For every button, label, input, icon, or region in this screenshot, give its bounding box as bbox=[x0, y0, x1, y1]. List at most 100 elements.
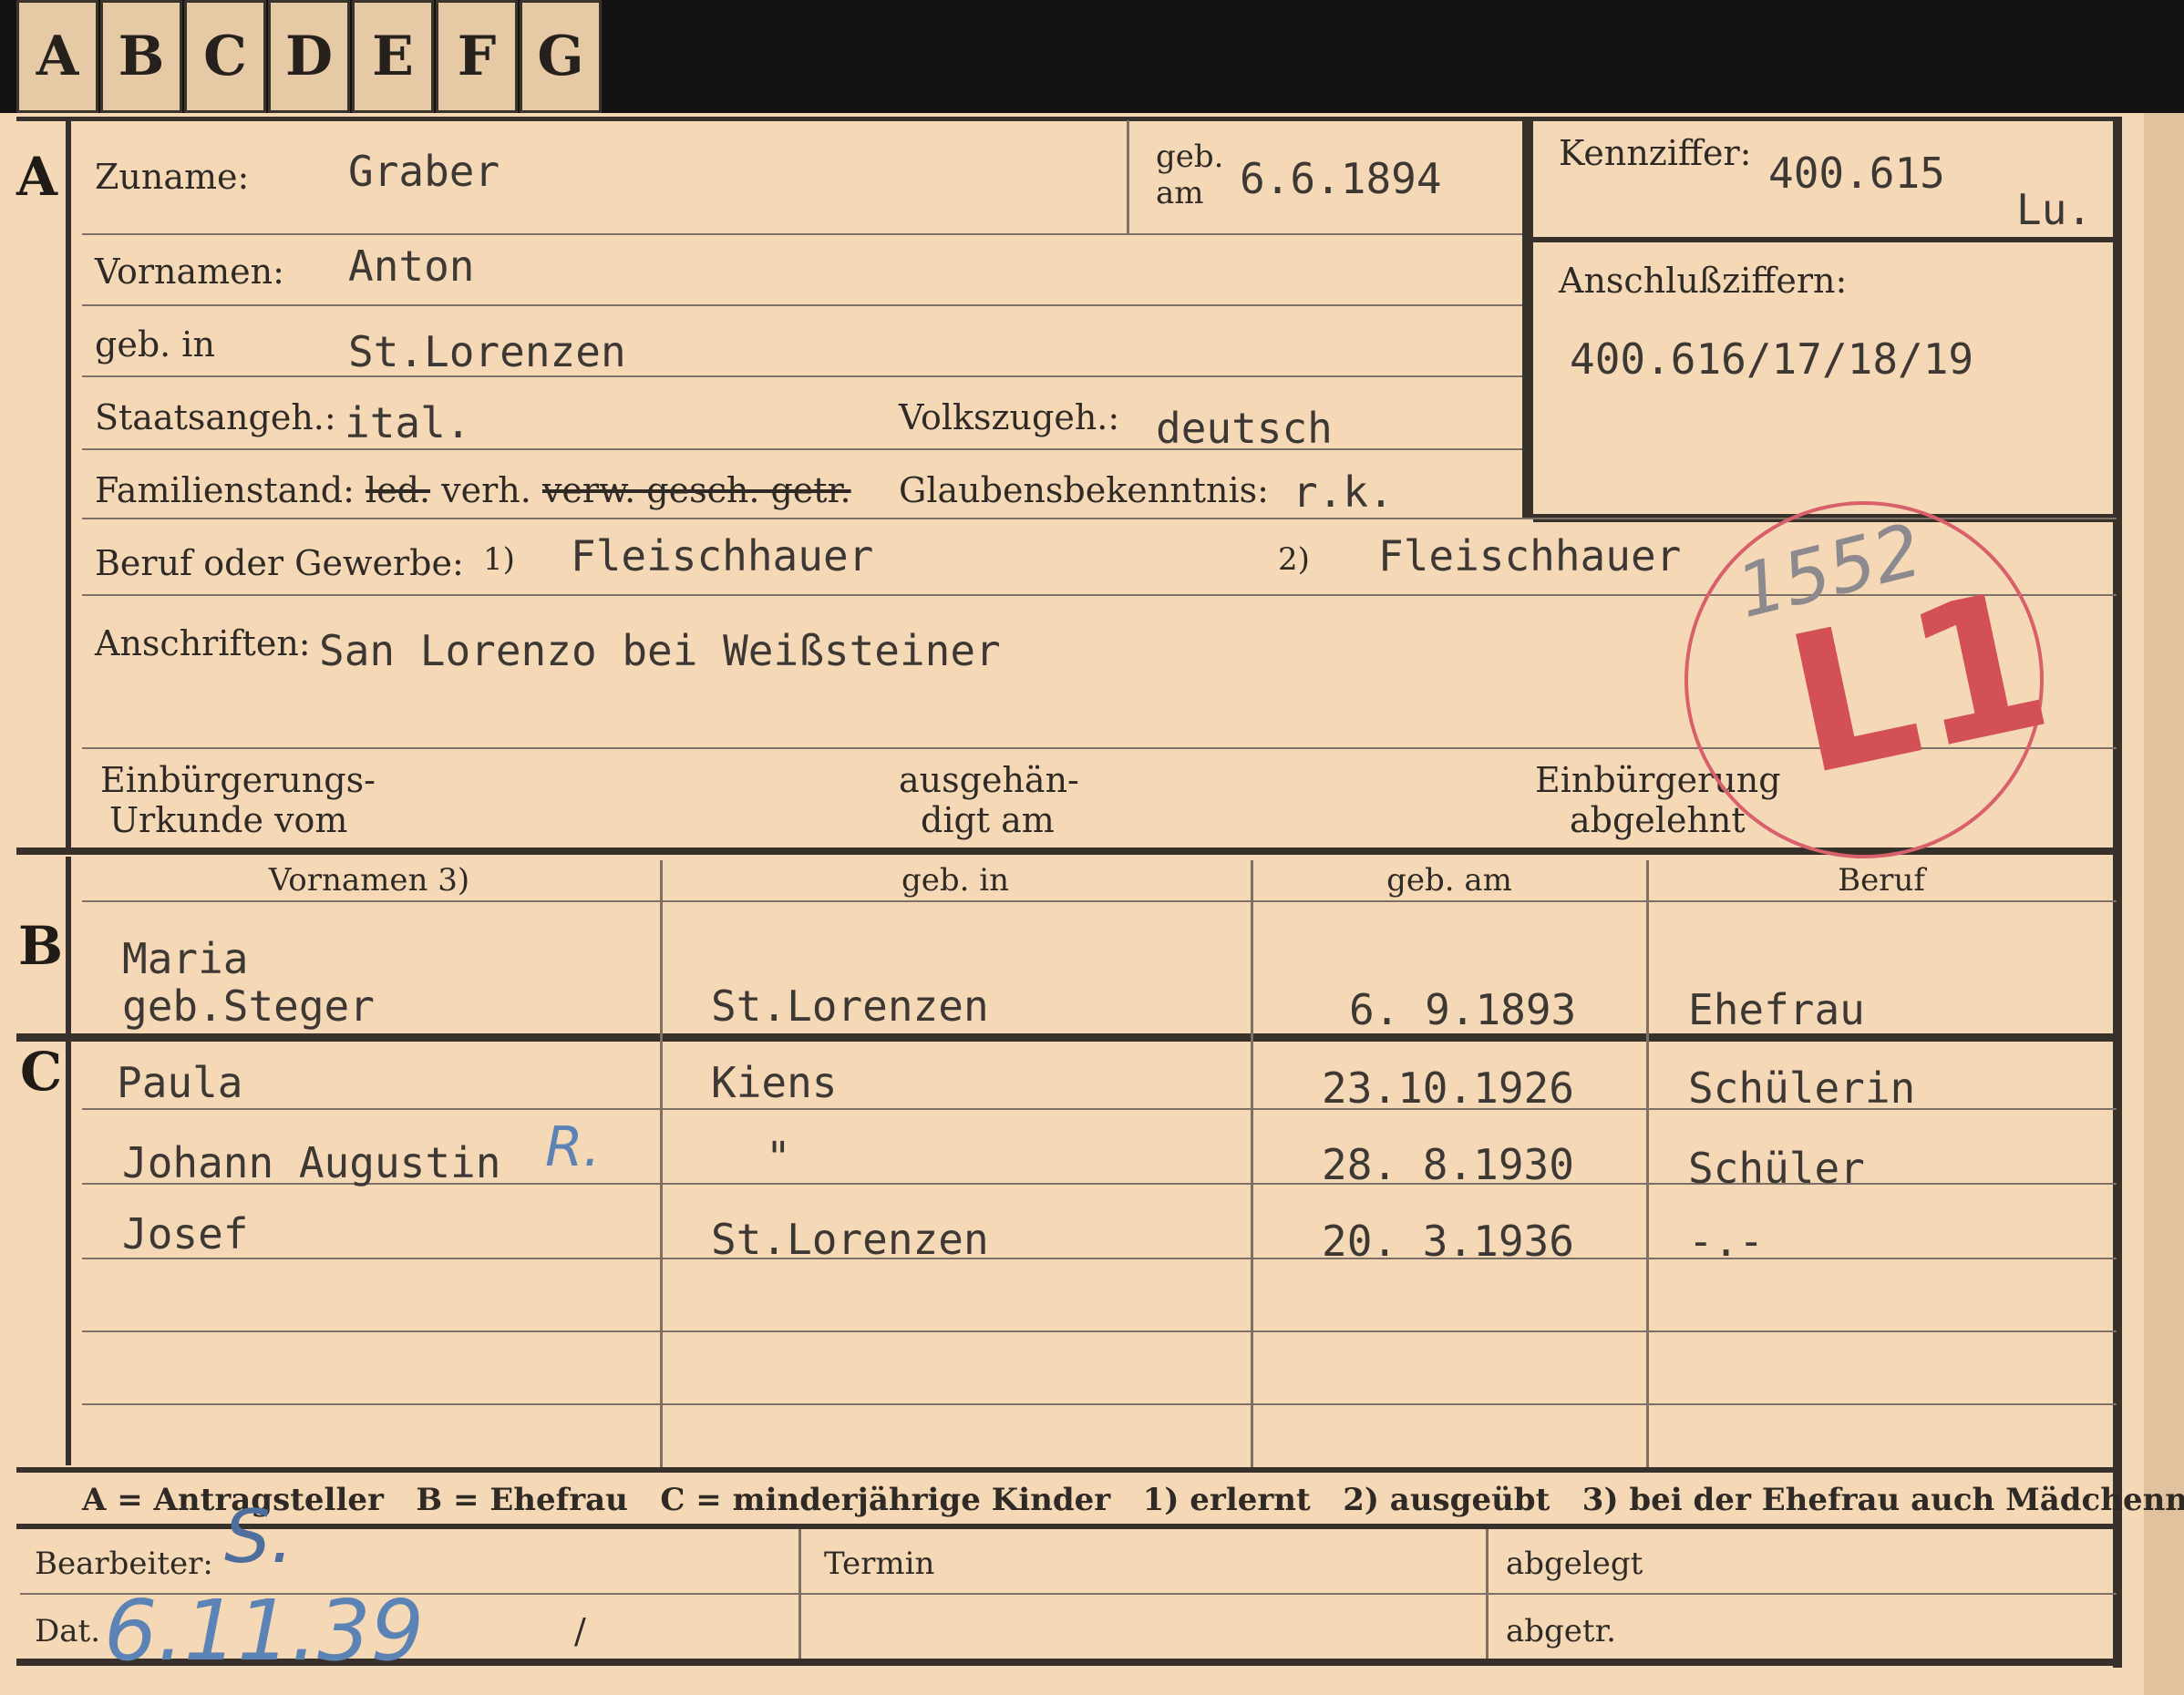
footer-divider-1 bbox=[798, 1529, 801, 1662]
clerk-label: Bearbeiter: bbox=[35, 1546, 213, 1582]
tab-e[interactable]: E bbox=[352, 0, 434, 113]
legend-bottom bbox=[16, 1524, 2122, 1529]
tab-d[interactable]: D bbox=[268, 0, 350, 113]
occupation-learned: Fleischhauer bbox=[571, 531, 874, 580]
child-1-occupation: Schülerin bbox=[1688, 1063, 1916, 1113]
tab-b[interactable]: B bbox=[100, 0, 182, 113]
dob-label-bottom: am bbox=[1156, 175, 1204, 211]
section-c-letter: C bbox=[20, 1041, 63, 1103]
rejected-label-2: abgelehnt bbox=[1570, 800, 1746, 840]
citizenship-label: Staatsangeh.: bbox=[95, 397, 336, 437]
reference-box-divider bbox=[1533, 237, 2117, 242]
marital-selected: verh. bbox=[441, 470, 531, 510]
child-3-given: Josef bbox=[122, 1209, 249, 1258]
address-value: San Lorenzo bei Weißsteiner bbox=[319, 626, 1001, 675]
legend: A = Antragsteller B = Ehefrau C = minder… bbox=[82, 1482, 2184, 1518]
marital-struck-single: led. bbox=[366, 470, 431, 510]
col-header-birthplace: geb. in bbox=[901, 862, 1010, 899]
reference-suffix: Lu. bbox=[2016, 185, 2093, 234]
col-header-occupation: Beruf bbox=[1838, 862, 1925, 899]
col-divider-2 bbox=[1251, 860, 1253, 1467]
stamp-text: L1 bbox=[1770, 547, 2067, 819]
surname-value: Graber bbox=[348, 147, 500, 196]
child-1-birthplace: Kiens bbox=[711, 1058, 838, 1107]
child-3-occupation: -.- bbox=[1688, 1217, 1765, 1266]
occupation-mark-2: 2) bbox=[1278, 541, 1310, 578]
spouse-given: Maria bbox=[122, 934, 249, 983]
date-value: 6.11.39 bbox=[104, 1582, 425, 1680]
child-2-birthplace: " bbox=[766, 1133, 791, 1182]
occupation-practiced: Fleischhauer bbox=[1378, 531, 1682, 580]
issued-label-1: ausgehän- bbox=[899, 760, 1079, 800]
natcert-label-2: Urkunde vom bbox=[109, 800, 348, 840]
child-rule-5 bbox=[82, 1403, 2117, 1405]
rule-1 bbox=[82, 233, 1522, 235]
col-header-given: Vornamen 3) bbox=[268, 862, 470, 899]
section-a-letter: A bbox=[16, 146, 58, 208]
marital-struck-others: verw. gesch. getr. bbox=[541, 470, 851, 510]
right-rule bbox=[2113, 118, 2122, 1668]
spouse-occupation: Ehefrau bbox=[1688, 985, 1865, 1034]
tab-c[interactable]: C bbox=[184, 0, 266, 113]
top-border bbox=[16, 117, 2122, 121]
date-slash: / bbox=[574, 1611, 586, 1651]
spouse-birthplace: St.Lorenzen bbox=[711, 981, 989, 1031]
child-rule-4 bbox=[82, 1330, 2117, 1332]
tab-g[interactable]: G bbox=[520, 0, 602, 113]
child-3-dob: 20. 3.1936 bbox=[1322, 1217, 1574, 1266]
term-label: Termin bbox=[824, 1546, 935, 1582]
tab-f[interactable]: F bbox=[436, 0, 518, 113]
rule-3 bbox=[82, 375, 1522, 377]
filed-label: abgelegt bbox=[1506, 1546, 1643, 1582]
linked-ids-value: 400.616/17/18/19 bbox=[1570, 334, 1974, 384]
religion-label: Glaubensbekenntnis: bbox=[899, 470, 1269, 510]
linked-ids-label: Anschlußziffern: bbox=[1559, 261, 1848, 301]
spouse-maiden-name: geb.Steger bbox=[122, 981, 375, 1031]
marital-status: Familienstand: led. verh. verw. gesch. g… bbox=[95, 470, 851, 510]
spouse-dob: 6. 9.1893 bbox=[1349, 985, 1577, 1034]
marital-label: Familienstand: bbox=[95, 470, 355, 510]
child-2-occupation: Schüler bbox=[1688, 1144, 1865, 1193]
clerk-initial: S. bbox=[224, 1495, 294, 1579]
issued-label-2: digt am bbox=[921, 800, 1055, 840]
natcert-label-1: Einbürgerungs- bbox=[100, 760, 376, 800]
date-label: Dat. bbox=[35, 1613, 101, 1649]
legend-top bbox=[16, 1467, 2122, 1473]
register-tabs: A B C D E F G bbox=[16, 0, 603, 113]
section-b-letter: B bbox=[18, 915, 64, 977]
removed-label: abgetr. bbox=[1506, 1613, 1616, 1649]
ethnicity-value: deutsch bbox=[1156, 404, 1333, 453]
dob-divider bbox=[1127, 120, 1129, 235]
card-edge bbox=[2144, 113, 2184, 1695]
religion-value: r.k. bbox=[1293, 467, 1394, 517]
left-rule-bc bbox=[66, 857, 71, 1465]
col-header-dob: geb. am bbox=[1386, 862, 1512, 899]
surname-label: Zuname: bbox=[95, 157, 250, 197]
child-2-dob: 28. 8.1930 bbox=[1322, 1140, 1574, 1189]
dob-value: 6.6.1894 bbox=[1240, 154, 1442, 203]
child-2-given: Johann Augustin bbox=[122, 1138, 501, 1187]
footer-divider-2 bbox=[1486, 1529, 1489, 1662]
ethnicity-label: Volkszugeh.: bbox=[899, 397, 1120, 437]
child-2-note: R. bbox=[545, 1115, 601, 1179]
rule-2 bbox=[82, 304, 1522, 306]
address-label: Anschriften: bbox=[95, 623, 311, 663]
birthplace-value: St.Lorenzen bbox=[348, 327, 626, 376]
header-rule bbox=[82, 900, 2117, 902]
occupation-mark-1: 1) bbox=[483, 541, 515, 578]
occupation-label: Beruf oder Gewerbe: bbox=[95, 543, 464, 583]
reference-id-value: 400.615 bbox=[1768, 149, 1945, 198]
col-divider-3 bbox=[1646, 860, 1649, 1467]
child-1-given: Paula bbox=[117, 1058, 243, 1107]
child-rule-3 bbox=[82, 1258, 2117, 1259]
section-b-bottom bbox=[16, 1033, 2122, 1042]
tab-a[interactable]: A bbox=[16, 0, 98, 113]
child-3-birthplace: St.Lorenzen bbox=[711, 1215, 989, 1264]
col-divider-1 bbox=[660, 860, 663, 1467]
reference-id-label: Kennziffer: bbox=[1559, 133, 1752, 173]
birthplace-label: geb. in bbox=[95, 324, 215, 365]
reference-box-left bbox=[1522, 118, 1533, 519]
left-rule-a bbox=[66, 117, 71, 853]
dob-label-top: geb. bbox=[1156, 139, 1224, 175]
given-label: Vornamen: bbox=[95, 252, 284, 292]
